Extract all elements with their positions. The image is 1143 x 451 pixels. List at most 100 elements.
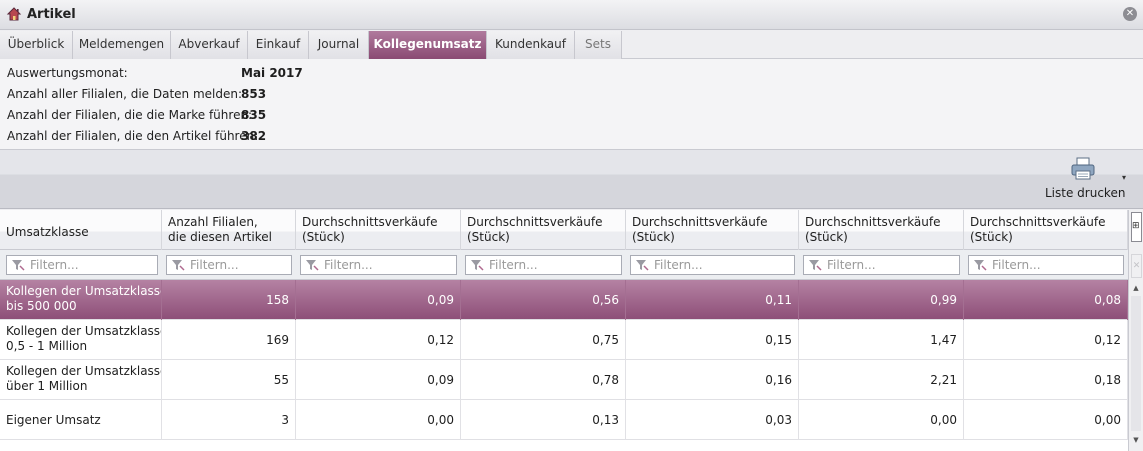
tab-sets[interactable]: Sets <box>575 31 622 59</box>
filter-placeholder: Filtern... <box>30 258 79 272</box>
filter-icon <box>471 260 484 271</box>
info-value: 835 <box>241 108 267 122</box>
info-value: 853 <box>241 87 267 101</box>
info-label: Anzahl der Filialen, die die Marke führe… <box>7 108 253 122</box>
filter-icon <box>809 260 822 271</box>
filter-placeholder: Filtern... <box>489 258 538 272</box>
row-label-line1: Kollegen der Umsatzklasse <box>6 284 162 298</box>
scroll-track[interactable] <box>1131 296 1141 431</box>
print-list-label: Liste drucken <box>1045 186 1126 200</box>
chevron-down-icon[interactable]: ▾ <box>1122 173 1126 182</box>
cell-avg-sales-5: 0,08 <box>964 280 1128 320</box>
cell-avg-sales-1: 0,12 <box>296 320 461 360</box>
header-line1: Durchschnittsverkäufe <box>805 215 941 229</box>
tab-einkauf[interactable]: Einkauf <box>248 31 309 59</box>
tab-bar: Überblick Meldemengen Abverkauf Einkauf … <box>0 31 1143 59</box>
header-line1: Umsatzklasse <box>6 225 89 239</box>
cell-umsatzklasse: Kollegen der Umsatzklasse 0,5 - 1 Millio… <box>0 320 162 360</box>
window-title: Artikel <box>27 7 76 22</box>
vertical-scrollbar[interactable]: ⊞ ✕ ▲ ▼ <box>1128 210 1143 451</box>
row-label-line2: bis 500 000 <box>6 299 77 313</box>
column-header-avg-sales-2[interactable]: Durchschnittsverkäufe (Stück) <box>461 210 626 250</box>
filter-placeholder: Filtern... <box>992 258 1041 272</box>
cell-avg-sales-3: 0,11 <box>626 280 799 320</box>
cell-umsatzklasse: Kollegen der Umsatzklasse bis 500 000 <box>0 280 162 320</box>
cell-anzahl-filialen: 3 <box>162 400 296 440</box>
cell-avg-sales-4: 0,99 <box>799 280 964 320</box>
filter-placeholder: Filtern... <box>190 258 239 272</box>
header-line1: Anzahl Filialen, <box>168 215 258 229</box>
header-line2: (Stück) <box>632 230 675 244</box>
table-row[interactable]: Eigener Umsatz 3 0,00 0,13 0,03 0,00 0,0… <box>0 400 1128 440</box>
tab-ueberblick[interactable]: Überblick <box>0 31 73 59</box>
table-row[interactable]: Kollegen der Umsatzklasse über 1 Million… <box>0 360 1128 400</box>
scroll-up-icon[interactable]: ▲ <box>1130 282 1142 294</box>
print-list-button[interactable]: Liste drucken ▾ <box>1040 155 1130 203</box>
close-icon[interactable]: ✕ <box>1123 7 1137 21</box>
data-grid: Umsatzklasse Anzahl Filialen, die diesen… <box>0 210 1128 451</box>
cell-umsatzklasse: Kollegen der Umsatzklasse über 1 Million <box>0 360 162 400</box>
cell-anzahl-filialen: 55 <box>162 360 296 400</box>
header-line2: (Stück) <box>302 230 345 244</box>
tab-journal[interactable]: Journal <box>309 31 369 59</box>
row-label-line1: Kollegen der Umsatzklasse <box>6 324 162 338</box>
cell-avg-sales-1: 0,00 <box>296 400 461 440</box>
cell-anzahl-filialen: 169 <box>162 320 296 360</box>
info-value: Mai 2017 <box>241 66 303 80</box>
filter-row: Filtern... Filtern... Filtern... Filtern… <box>0 250 1128 280</box>
filter-icon <box>636 260 649 271</box>
table-row[interactable]: Kollegen der Umsatzklasse bis 500 000 15… <box>0 280 1128 320</box>
printer-icon <box>1071 157 1095 180</box>
column-header-avg-sales-4[interactable]: Durchschnittsverkäufe (Stück) <box>799 210 964 250</box>
cell-avg-sales-4: 1,47 <box>799 320 964 360</box>
info-panel: Auswertungsmonat: Mai 2017 Anzahl aller … <box>0 59 1143 150</box>
info-value: 382 <box>241 129 267 143</box>
filter-icon <box>974 260 987 271</box>
column-header-anzahl-filialen[interactable]: Anzahl Filialen, die diesen Artikel <box>162 210 296 250</box>
row-label-line2: 0,5 - 1 Million <box>6 339 88 353</box>
column-chooser-icon[interactable]: ⊞ <box>1131 212 1142 242</box>
filter-input-avg-sales-4[interactable]: Filtern... <box>803 255 960 275</box>
header-line2: die diesen Artikel <box>168 230 272 244</box>
table-row[interactable]: Kollegen der Umsatzklasse 0,5 - 1 Millio… <box>0 320 1128 360</box>
filter-icon <box>172 260 185 271</box>
header-line2: (Stück) <box>805 230 848 244</box>
column-header-avg-sales-1[interactable]: Durchschnittsverkäufe (Stück) <box>296 210 461 250</box>
cell-avg-sales-5: 0,12 <box>964 320 1128 360</box>
filter-input-avg-sales-5[interactable]: Filtern... <box>968 255 1124 275</box>
filter-input-umsatzklasse[interactable]: Filtern... <box>6 255 158 275</box>
cell-avg-sales-4: 0,00 <box>799 400 964 440</box>
column-header-avg-sales-5[interactable]: Durchschnittsverkäufe (Stück) <box>964 210 1128 250</box>
filter-icon <box>306 260 319 271</box>
filter-input-avg-sales-2[interactable]: Filtern... <box>465 255 622 275</box>
cell-avg-sales-3: 0,16 <box>626 360 799 400</box>
filter-input-avg-sales-3[interactable]: Filtern... <box>630 255 795 275</box>
cell-avg-sales-5: 0,00 <box>964 400 1128 440</box>
tab-kollegenumsatz[interactable]: Kollegenumsatz <box>369 31 487 59</box>
filter-input-avg-sales-1[interactable]: Filtern... <box>300 255 457 275</box>
cell-avg-sales-1: 0,09 <box>296 280 461 320</box>
row-label-line1: Kollegen der Umsatzklasse <box>6 364 162 378</box>
cell-avg-sales-2: 0,56 <box>461 280 626 320</box>
clear-filter-icon[interactable]: ✕ <box>1131 254 1142 278</box>
window-titlebar: Artikel ✕ <box>0 0 1143 30</box>
tab-meldemengen[interactable]: Meldemengen <box>73 31 171 59</box>
column-header-avg-sales-3[interactable]: Durchschnittsverkäufe (Stück) <box>626 210 799 250</box>
cell-avg-sales-3: 0,15 <box>626 320 799 360</box>
row-label-line2: über 1 Million <box>6 379 88 393</box>
tab-abverkauf[interactable]: Abverkauf <box>171 31 248 59</box>
header-line2: (Stück) <box>467 230 510 244</box>
toolbar: Liste drucken ▾ <box>0 150 1143 209</box>
header-line1: Durchschnittsverkäufe <box>302 215 438 229</box>
scroll-down-icon[interactable]: ▼ <box>1130 434 1142 446</box>
header-line1: Durchschnittsverkäufe <box>632 215 768 229</box>
cell-avg-sales-2: 0,75 <box>461 320 626 360</box>
filter-input-anzahl-filialen[interactable]: Filtern... <box>166 255 292 275</box>
filter-placeholder: Filtern... <box>324 258 373 272</box>
filter-icon <box>12 260 25 271</box>
grid-header: Umsatzklasse Anzahl Filialen, die diesen… <box>0 210 1128 250</box>
cell-umsatzklasse: Eigener Umsatz <box>0 400 162 440</box>
info-label: Anzahl aller Filialen, die Daten melden: <box>7 87 243 101</box>
column-header-umsatzklasse[interactable]: Umsatzklasse <box>0 210 162 250</box>
tab-kundenkauf[interactable]: Kundenkauf <box>487 31 575 59</box>
